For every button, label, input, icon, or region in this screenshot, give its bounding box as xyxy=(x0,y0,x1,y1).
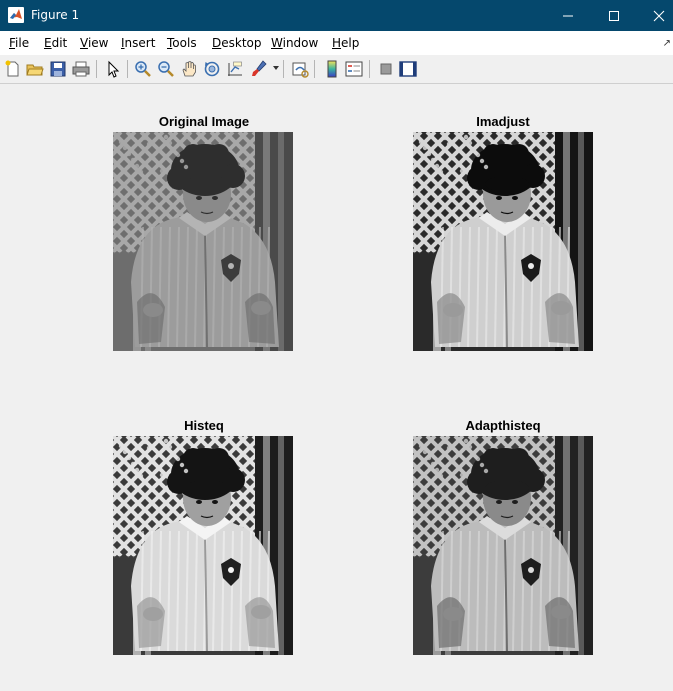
insert-colorbar-button[interactable] xyxy=(322,59,342,79)
maximize-button[interactable] xyxy=(591,0,637,31)
zoom-in-button[interactable] xyxy=(133,59,153,79)
new-figure-icon xyxy=(5,60,19,77)
save-icon xyxy=(50,61,66,77)
show-plot-tools-icon xyxy=(399,61,417,77)
hide-plot-tools-button[interactable] xyxy=(376,59,396,79)
show-plot-tools-button[interactable] xyxy=(398,59,418,79)
toolbar-separator xyxy=(314,60,315,78)
save-button[interactable] xyxy=(48,59,68,79)
brush-button[interactable] xyxy=(249,59,269,79)
open-file-button[interactable] xyxy=(25,59,45,79)
menu-desktop[interactable]: Desktop xyxy=(212,36,262,50)
new-figure-button[interactable] xyxy=(3,59,23,79)
open-file-icon xyxy=(26,64,44,76)
axes-title-histeq: Histeq xyxy=(184,418,224,433)
edit-plot-arrow-icon xyxy=(108,60,120,78)
toolbar-separator xyxy=(283,60,284,78)
adapthisteq-image[interactable] xyxy=(413,436,593,655)
toolbar-separator xyxy=(96,60,97,78)
menu-file[interactable]: File xyxy=(9,36,29,50)
menu-help[interactable]: Help xyxy=(332,36,359,50)
maximize-icon xyxy=(609,10,619,21)
menu-view[interactable]: View xyxy=(80,36,108,50)
window-title-bar: Figure 1 xyxy=(0,0,673,31)
link-plot-button[interactable] xyxy=(290,59,310,79)
zoom-out-icon xyxy=(158,61,174,77)
zoom-in-icon xyxy=(135,61,151,77)
rotate-3d-button[interactable] xyxy=(202,59,222,79)
figure-canvas: Original Image Imadjust Histeq Adapthist… xyxy=(0,84,673,691)
axes-title-imadjust: Imadjust xyxy=(476,114,530,129)
menu-edit[interactable]: Edit xyxy=(44,36,67,50)
menu-tools[interactable]: Tools xyxy=(167,36,197,50)
pan-hand-icon xyxy=(182,61,196,77)
brush-dropdown-arrow-icon[interactable] xyxy=(273,66,279,70)
minimize-button[interactable] xyxy=(545,0,591,31)
data-cursor-button[interactable] xyxy=(225,59,245,79)
toolbar-separator xyxy=(127,60,128,78)
menu-bar: File Edit View Insert Tools Desktop Wind… xyxy=(0,31,673,55)
data-cursor-icon xyxy=(228,61,242,76)
imadjust-image[interactable] xyxy=(413,132,593,351)
print-button[interactable] xyxy=(71,59,91,79)
zoom-out-button[interactable] xyxy=(156,59,176,79)
minimize-icon xyxy=(563,15,573,16)
figure-toolbar xyxy=(0,55,673,84)
hide-plot-tools-icon xyxy=(380,63,392,75)
menu-overflow-arrow-icon[interactable]: ↗ xyxy=(663,38,671,49)
insert-colorbar-icon xyxy=(327,60,337,78)
edit-plot-button[interactable] xyxy=(103,59,123,79)
print-icon xyxy=(72,61,90,77)
original-image[interactable] xyxy=(113,132,293,351)
axes-title-adapthisteq: Adapthisteq xyxy=(465,418,541,433)
toolbar-separator xyxy=(369,60,370,78)
histeq-image[interactable] xyxy=(113,436,293,655)
close-button[interactable] xyxy=(636,0,673,31)
close-icon xyxy=(653,10,665,21)
axes-title-original: Original Image xyxy=(158,114,250,129)
matlab-logo-icon xyxy=(8,7,24,23)
menu-window[interactable]: Window xyxy=(271,36,318,50)
pan-button[interactable] xyxy=(179,59,199,79)
menu-insert[interactable]: Insert xyxy=(121,36,155,50)
link-plot-icon xyxy=(292,62,309,78)
rotate-3d-icon xyxy=(204,61,220,77)
insert-legend-button[interactable] xyxy=(344,59,364,79)
brush-icon xyxy=(252,60,267,76)
insert-legend-icon xyxy=(345,61,363,77)
window-title: Figure 1 xyxy=(31,8,80,22)
